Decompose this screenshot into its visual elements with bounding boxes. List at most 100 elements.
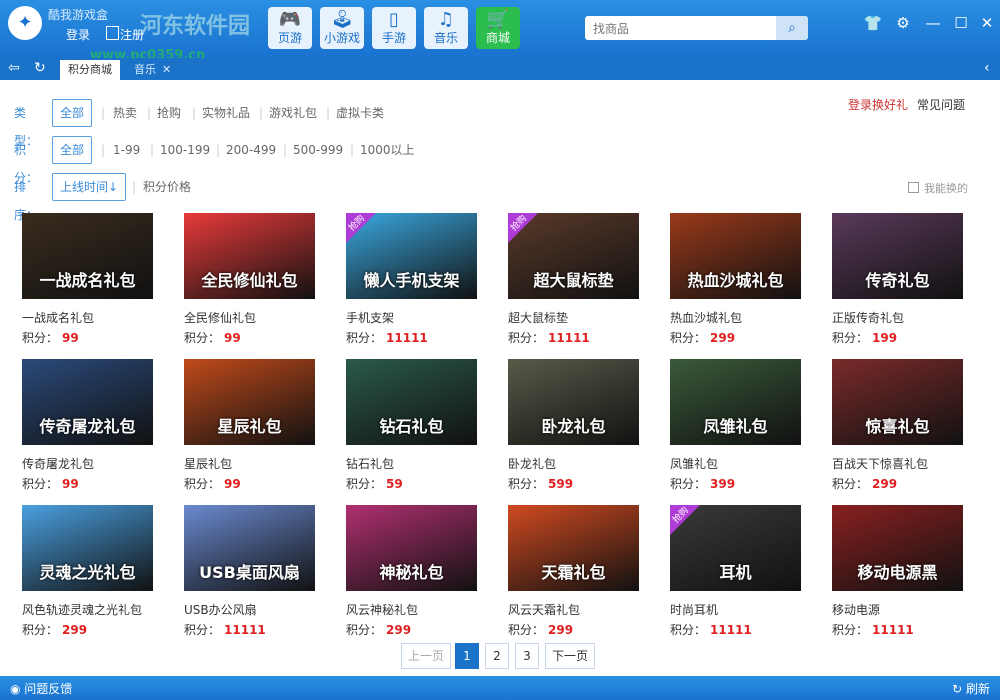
product-name[interactable]: 凤雏礼包 <box>670 455 718 472</box>
nav-mobilegame[interactable]: ▯ 手游 <box>372 7 416 49</box>
login-link[interactable]: 登录 <box>66 26 90 43</box>
nav-label: 手游 <box>381 31 406 45</box>
product-name[interactable]: 星辰礼包 <box>184 455 232 472</box>
product-card[interactable]: 耳机 抢购 时尚耳机 积分： 11111 <box>670 505 801 640</box>
product-card[interactable]: 惊喜礼包 百战天下惊喜礼包 积分： 299 <box>832 359 963 494</box>
filter-type-physical[interactable]: 实物礼品 <box>202 99 250 127</box>
tab-close-icon[interactable]: ✕ <box>158 60 175 80</box>
product-card[interactable]: 全民修仙礼包 全民修仙礼包 积分： 99 <box>184 213 315 348</box>
product-card[interactable]: 移动电源黑 移动电源 积分： 11111 <box>832 505 963 640</box>
product-name[interactable]: 时尚耳机 <box>670 601 718 618</box>
product-image[interactable]: 移动电源黑 <box>832 505 963 591</box>
close-icon[interactable]: ✕ <box>976 14 998 32</box>
product-card[interactable]: 卧龙礼包 卧龙礼包 积分： 599 <box>508 359 639 494</box>
product-card[interactable]: 钻石礼包 钻石礼包 积分： 59 <box>346 359 477 494</box>
product-name[interactable]: 传奇屠龙礼包 <box>22 455 94 472</box>
page-3-button[interactable]: 3 <box>515 643 539 669</box>
product-image[interactable]: 传奇礼包 <box>832 213 963 299</box>
product-card[interactable]: 超大鼠标垫 抢购 超大鼠标垫 积分： 11111 <box>508 213 639 348</box>
filter-score-1000-plus[interactable]: 1000以上 <box>360 136 415 164</box>
product-card[interactable]: 神秘礼包 风云神秘礼包 积分： 299 <box>346 505 477 640</box>
product-image[interactable]: 灵魂之光礼包 <box>22 505 153 591</box>
filter-score-500-999[interactable]: 500-999 <box>293 136 343 164</box>
product-name[interactable]: 百战天下惊喜礼包 <box>832 455 928 472</box>
product-image[interactable]: 一战成名礼包 <box>22 213 153 299</box>
filter-type-virtual[interactable]: 虚拟卡类 <box>336 99 384 127</box>
refresh-button[interactable]: ↻ 刷新 <box>952 680 990 697</box>
login-exchange-link[interactable]: 登录换好礼 <box>848 96 908 113</box>
tab-points-shop[interactable]: 积分商城 <box>60 60 120 80</box>
refresh-icon[interactable]: ↻ <box>34 60 46 76</box>
product-image[interactable]: 神秘礼包 <box>346 505 477 591</box>
filter-score-1-99[interactable]: 1-99 <box>113 136 140 164</box>
product-card[interactable]: 传奇屠龙礼包 传奇屠龙礼包 积分： 99 <box>22 359 153 494</box>
product-name[interactable]: 风云神秘礼包 <box>346 601 418 618</box>
product-image[interactable]: 钻石礼包 <box>346 359 477 445</box>
product-name[interactable]: 卧龙礼包 <box>508 455 556 472</box>
page-2-button[interactable]: 2 <box>485 643 509 669</box>
minimize-icon[interactable]: — <box>922 14 944 32</box>
nav-music[interactable]: ♫ 音乐 <box>424 7 468 49</box>
filter-type-hot[interactable]: 热卖 <box>113 99 137 127</box>
product-image[interactable]: 超大鼠标垫 抢购 <box>508 213 639 299</box>
next-page-button[interactable]: 下一页 <box>545 643 595 669</box>
product-name[interactable]: 正版传奇礼包 <box>832 309 904 326</box>
sort-by-time[interactable]: 上线时间↓ <box>52 173 127 201</box>
product-image[interactable]: 懒人手机支架 抢购 <box>346 213 477 299</box>
product-image[interactable]: 传奇屠龙礼包 <box>22 359 153 445</box>
product-name[interactable]: 风云天霜礼包 <box>508 601 580 618</box>
product-card[interactable]: 传奇礼包 正版传奇礼包 积分： 199 <box>832 213 963 348</box>
maximize-icon[interactable]: ☐ <box>950 14 972 32</box>
filter-score-100-199[interactable]: 100-199 <box>160 136 210 164</box>
cart-icon: 🛒 <box>486 9 510 30</box>
product-image[interactable]: 天霜礼包 <box>508 505 639 591</box>
filter-score-200-499[interactable]: 200-499 <box>226 136 276 164</box>
product-name[interactable]: 超大鼠标垫 <box>508 309 568 326</box>
product-card[interactable]: 星辰礼包 星辰礼包 积分： 99 <box>184 359 315 494</box>
score-prefix: 积分： <box>508 477 545 491</box>
filter-type-rush[interactable]: 抢购 <box>157 99 181 127</box>
product-name[interactable]: 热血沙城礼包 <box>670 309 742 326</box>
product-image[interactable]: 凤雏礼包 <box>670 359 801 445</box>
nav-shop[interactable]: 🛒 商城 <box>476 7 520 49</box>
product-card[interactable]: 一战成名礼包 一战成名礼包 积分： 99 <box>22 213 153 348</box>
search-icon[interactable]: ⌕ <box>776 16 808 40</box>
product-name[interactable]: 手机支架 <box>346 309 394 326</box>
product-card[interactable]: 热血沙城礼包 热血沙城礼包 积分： 299 <box>670 213 801 348</box>
sort-by-points[interactable]: 积分价格 <box>143 173 191 201</box>
product-card[interactable]: 凤雏礼包 凤雏礼包 积分： 399 <box>670 359 801 494</box>
search-input[interactable] <box>591 19 775 39</box>
product-image[interactable]: 耳机 抢购 <box>670 505 801 591</box>
nav-webgame[interactable]: 🎮 页游 <box>268 7 312 49</box>
filter-score-all[interactable]: 全部 <box>52 136 93 164</box>
filter-type-game-pack[interactable]: 游戏礼包 <box>269 99 317 127</box>
product-card[interactable]: USB桌面风扇 USB办公风扇 积分： 11111 <box>184 505 315 640</box>
product-card[interactable]: 天霜礼包 风云天霜礼包 积分： 299 <box>508 505 639 640</box>
prev-page-button[interactable]: 上一页 <box>401 643 451 669</box>
product-card[interactable]: 懒人手机支架 抢购 手机支架 积分： 11111 <box>346 213 477 348</box>
faq-link[interactable]: 常见问题 <box>917 96 965 113</box>
product-card[interactable]: 灵魂之光礼包 风色轨迹灵魂之光礼包 积分： 299 <box>22 505 153 640</box>
product-image[interactable]: 惊喜礼包 <box>832 359 963 445</box>
product-name[interactable]: 一战成名礼包 <box>22 309 94 326</box>
product-image[interactable]: 卧龙礼包 <box>508 359 639 445</box>
back-icon[interactable]: ⇦ <box>8 60 20 76</box>
gear-icon[interactable]: ⚙ <box>892 14 914 32</box>
page-1-button[interactable]: 1 <box>455 643 479 669</box>
nav-minigame[interactable]: 🕹 小游戏 <box>320 7 364 49</box>
product-name[interactable]: 钻石礼包 <box>346 455 394 472</box>
product-banner-text: 懒人手机支架 <box>363 271 460 290</box>
only-affordable-checkbox[interactable]: 我能换的 <box>908 180 968 196</box>
product-name[interactable]: 全民修仙礼包 <box>184 309 256 326</box>
chevron-left-icon[interactable]: ‹ <box>984 60 990 76</box>
product-image[interactable]: 星辰礼包 <box>184 359 315 445</box>
product-name[interactable]: 风色轨迹灵魂之光礼包 <box>22 601 142 618</box>
product-name[interactable]: 移动电源 <box>832 601 880 618</box>
product-image[interactable]: USB桌面风扇 <box>184 505 315 591</box>
skin-icon[interactable]: 👕 <box>862 14 884 32</box>
product-name[interactable]: USB办公风扇 <box>184 601 257 618</box>
product-image[interactable]: 热血沙城礼包 <box>670 213 801 299</box>
product-image[interactable]: 全民修仙礼包 <box>184 213 315 299</box>
feedback-button[interactable]: ◉ 问题反馈 <box>10 680 72 697</box>
filter-type-all[interactable]: 全部 <box>52 99 93 127</box>
